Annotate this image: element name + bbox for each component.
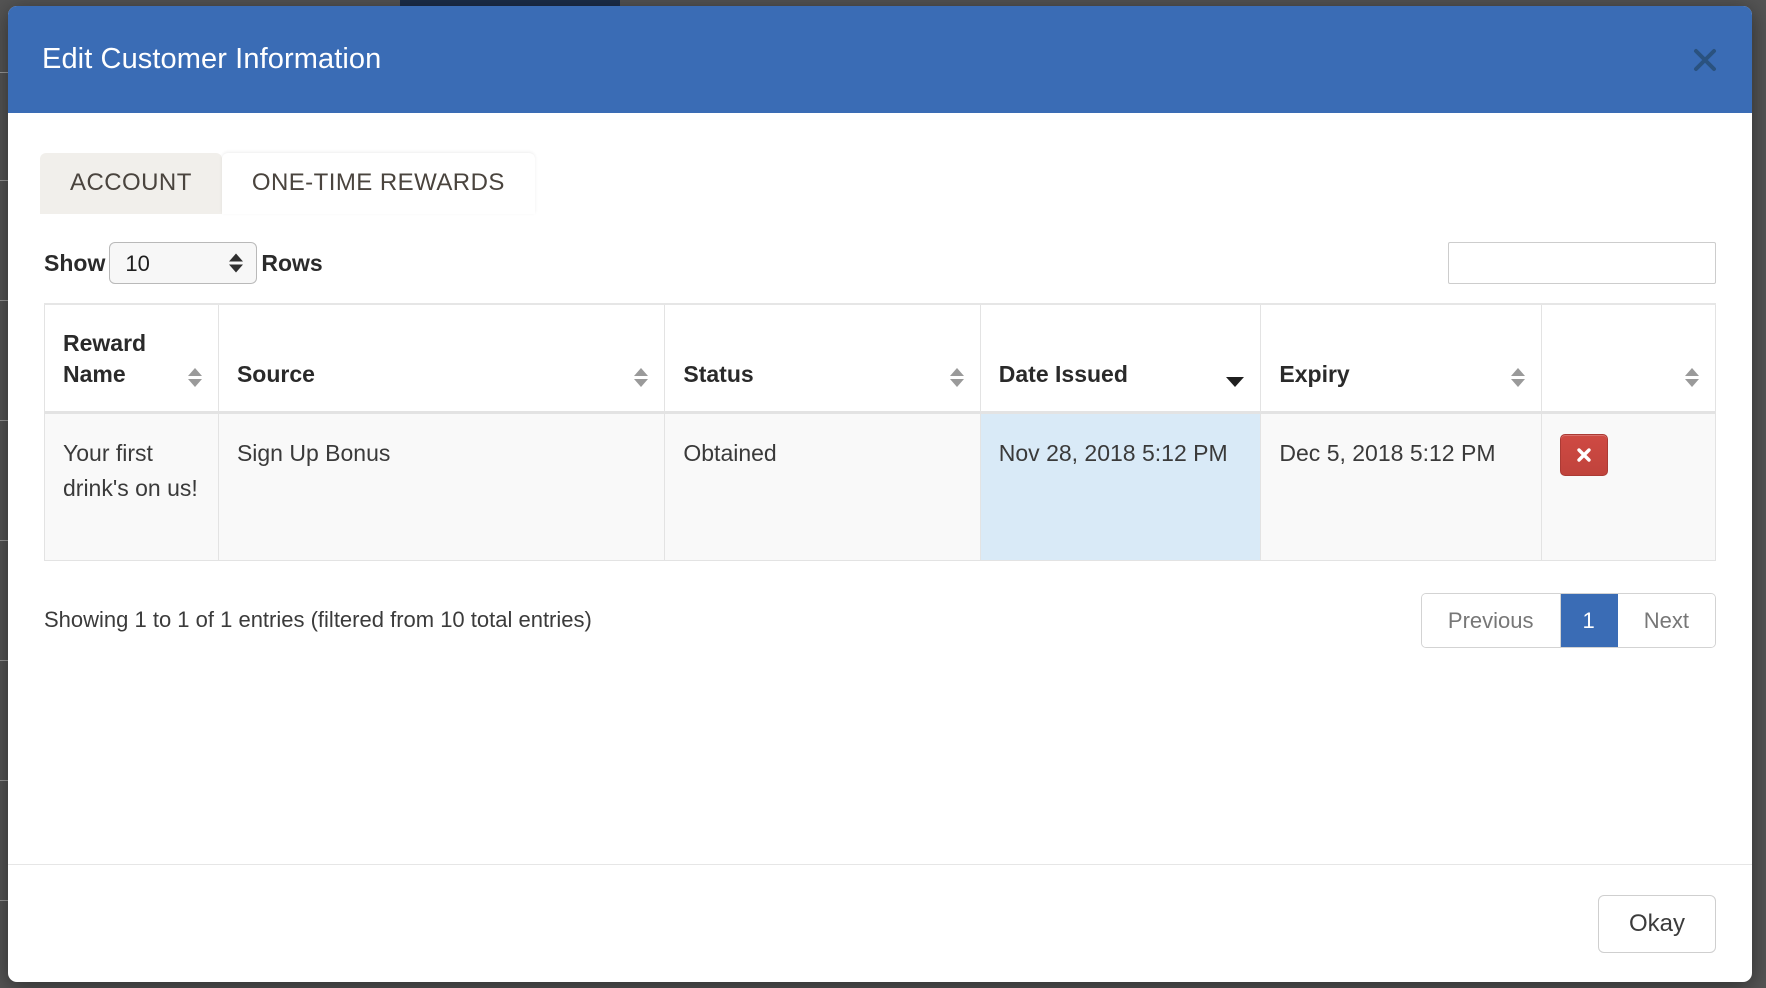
page-title: Edit Customer Information — [42, 43, 382, 75]
column-header-reward-name-label: Reward Name — [63, 330, 147, 388]
tab-one-time-rewards-label: ONE-TIME REWARDS — [251, 169, 505, 196]
column-header-actions[interactable] — [1541, 303, 1716, 414]
column-header-date-issued[interactable]: Date Issued — [979, 303, 1262, 414]
modal-body: ACCOUNT ONE-TIME REWARDS Show 10 25 50 1… — [8, 113, 1752, 864]
cell-reward-name: Your first drink's on us! — [44, 411, 219, 561]
table-row: Your first drink's on us! Sign Up Bonus … — [44, 411, 1716, 561]
close-icon[interactable] — [1688, 43, 1722, 77]
table-head: Reward Name Source Status Date Issued Ex… — [44, 303, 1716, 414]
column-header-source-label: Source — [236, 361, 315, 388]
delete-x-icon[interactable] — [1560, 433, 1609, 476]
column-header-reward-name[interactable]: Reward Name — [44, 303, 219, 414]
cell-status: Obtained — [664, 411, 981, 561]
search-input[interactable] — [1448, 242, 1716, 284]
modal-footer: Okay — [8, 864, 1752, 982]
column-header-date-issued-label: Date Issued — [998, 361, 1128, 388]
okay-button[interactable]: Okay — [1597, 894, 1716, 953]
column-header-expiry-label: Expiry — [1279, 361, 1350, 388]
tab-one-time-rewards[interactable]: ONE-TIME REWARDS — [221, 153, 535, 214]
rows-label: Rows — [261, 249, 323, 276]
pagination-previous[interactable]: Previous — [1421, 593, 1561, 647]
cell-actions — [1541, 411, 1716, 561]
cell-date-issued: Nov 28, 2018 5:12 PM — [979, 411, 1262, 561]
column-header-source[interactable]: Source — [217, 303, 666, 414]
table-info-text: Showing 1 to 1 of 1 entries (filtered fr… — [44, 607, 592, 633]
page-length-select-wrap: 10 25 50 100 — [109, 242, 258, 284]
sort-both-icon — [1685, 367, 1699, 387]
search-box — [1448, 242, 1716, 284]
tab-account-label: ACCOUNT — [70, 169, 192, 196]
pagination: Previous 1 Next — [1420, 592, 1716, 648]
cell-expiry: Dec 5, 2018 5:12 PM — [1260, 411, 1543, 561]
cell-source: Sign Up Bonus — [217, 411, 666, 561]
table-header-row: Reward Name Source Status Date Issued Ex… — [44, 303, 1716, 414]
pagination-page-1[interactable]: 1 — [1560, 593, 1618, 647]
column-header-status[interactable]: Status — [664, 303, 981, 414]
modal-header: Edit Customer Information — [8, 6, 1752, 113]
page-length-control: Show 10 25 50 100 Rows — [44, 242, 323, 284]
tab-bar: ACCOUNT ONE-TIME REWARDS — [40, 145, 1716, 214]
tab-account[interactable]: ACCOUNT — [40, 153, 222, 214]
column-header-status-label: Status — [683, 361, 754, 388]
page-length-select[interactable]: 10 25 50 100 — [109, 242, 258, 284]
rewards-table: Reward Name Source Status Date Issued Ex… — [44, 303, 1716, 561]
table-body: Your first drink's on us! Sign Up Bonus … — [44, 411, 1716, 561]
pagination-next[interactable]: Next — [1617, 593, 1715, 647]
table-footer: Showing 1 to 1 of 1 entries (filtered fr… — [44, 592, 1716, 648]
edit-customer-information-modal: Edit Customer Information ACCOUNT ONE-TI… — [8, 6, 1752, 982]
table-toolbar: Show 10 25 50 100 Rows — [44, 241, 1716, 285]
column-header-expiry[interactable]: Expiry — [1260, 303, 1543, 414]
show-label: Show — [44, 249, 106, 276]
